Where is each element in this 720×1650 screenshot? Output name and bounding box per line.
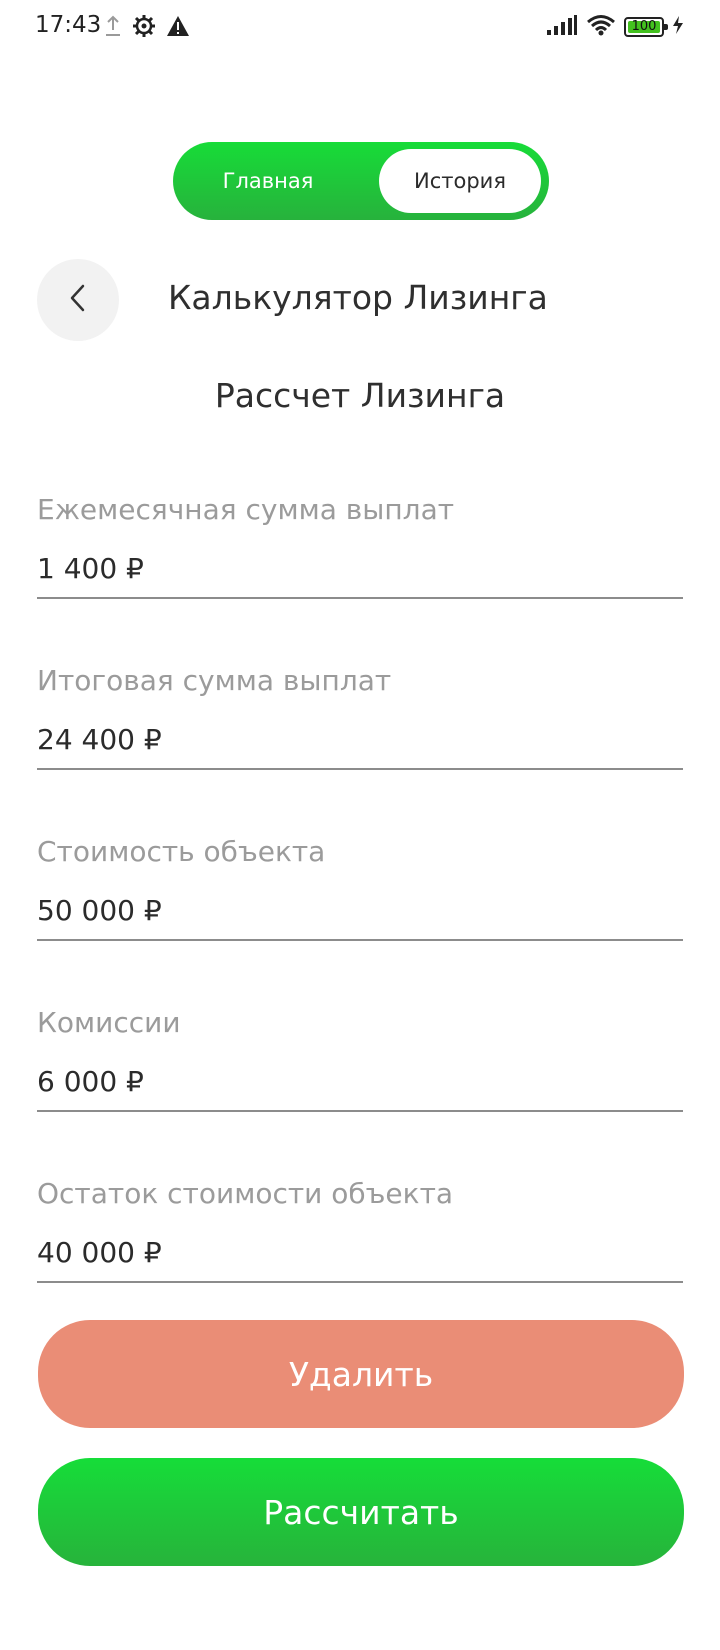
section-title: Рассчет Лизинга	[214, 376, 506, 415]
field-underline	[37, 597, 683, 599]
status-time: 17:43	[35, 12, 102, 38]
field-label: Остаток стоимости объекта	[37, 1177, 454, 1210]
back-button[interactable]	[37, 259, 119, 341]
tab-main[interactable]: Главная	[173, 142, 363, 220]
main-history-toggle: Главная История	[173, 142, 549, 220]
field-underline	[37, 768, 683, 770]
field-value[interactable]: 6 000 ₽	[37, 1065, 144, 1098]
upload-icon	[104, 15, 122, 41]
field-underline	[37, 939, 683, 941]
field-label: Итоговая сумма выплат	[37, 664, 392, 697]
signal-icon	[546, 14, 578, 40]
field-value[interactable]: 40 000 ₽	[37, 1236, 162, 1269]
field-value[interactable]: 24 400 ₽	[37, 723, 162, 756]
calculate-button[interactable]: Рассчитать	[38, 1458, 684, 1566]
delete-button[interactable]: Удалить	[38, 1320, 684, 1428]
charging-icon	[672, 15, 684, 39]
settings-gear-icon	[132, 14, 156, 42]
field-label: Стоимость объекта	[37, 835, 326, 868]
field-underline	[37, 1281, 683, 1283]
status-bar: 17:43 100	[0, 0, 720, 56]
field-value[interactable]: 50 000 ₽	[37, 894, 162, 927]
warning-icon	[166, 15, 190, 41]
field-value[interactable]: 1 400 ₽	[37, 552, 144, 585]
field-underline	[37, 1110, 683, 1112]
battery-icon: 100	[624, 17, 668, 37]
field-label: Ежемесячная сумма выплат	[37, 493, 455, 526]
page-title: Калькулятор Лизинга	[168, 278, 548, 317]
field-label: Комиссии	[37, 1006, 181, 1039]
wifi-icon	[586, 14, 616, 40]
battery-level: 100	[631, 19, 657, 34]
chevron-left-icon	[67, 283, 89, 317]
tab-history[interactable]: История	[379, 149, 541, 213]
